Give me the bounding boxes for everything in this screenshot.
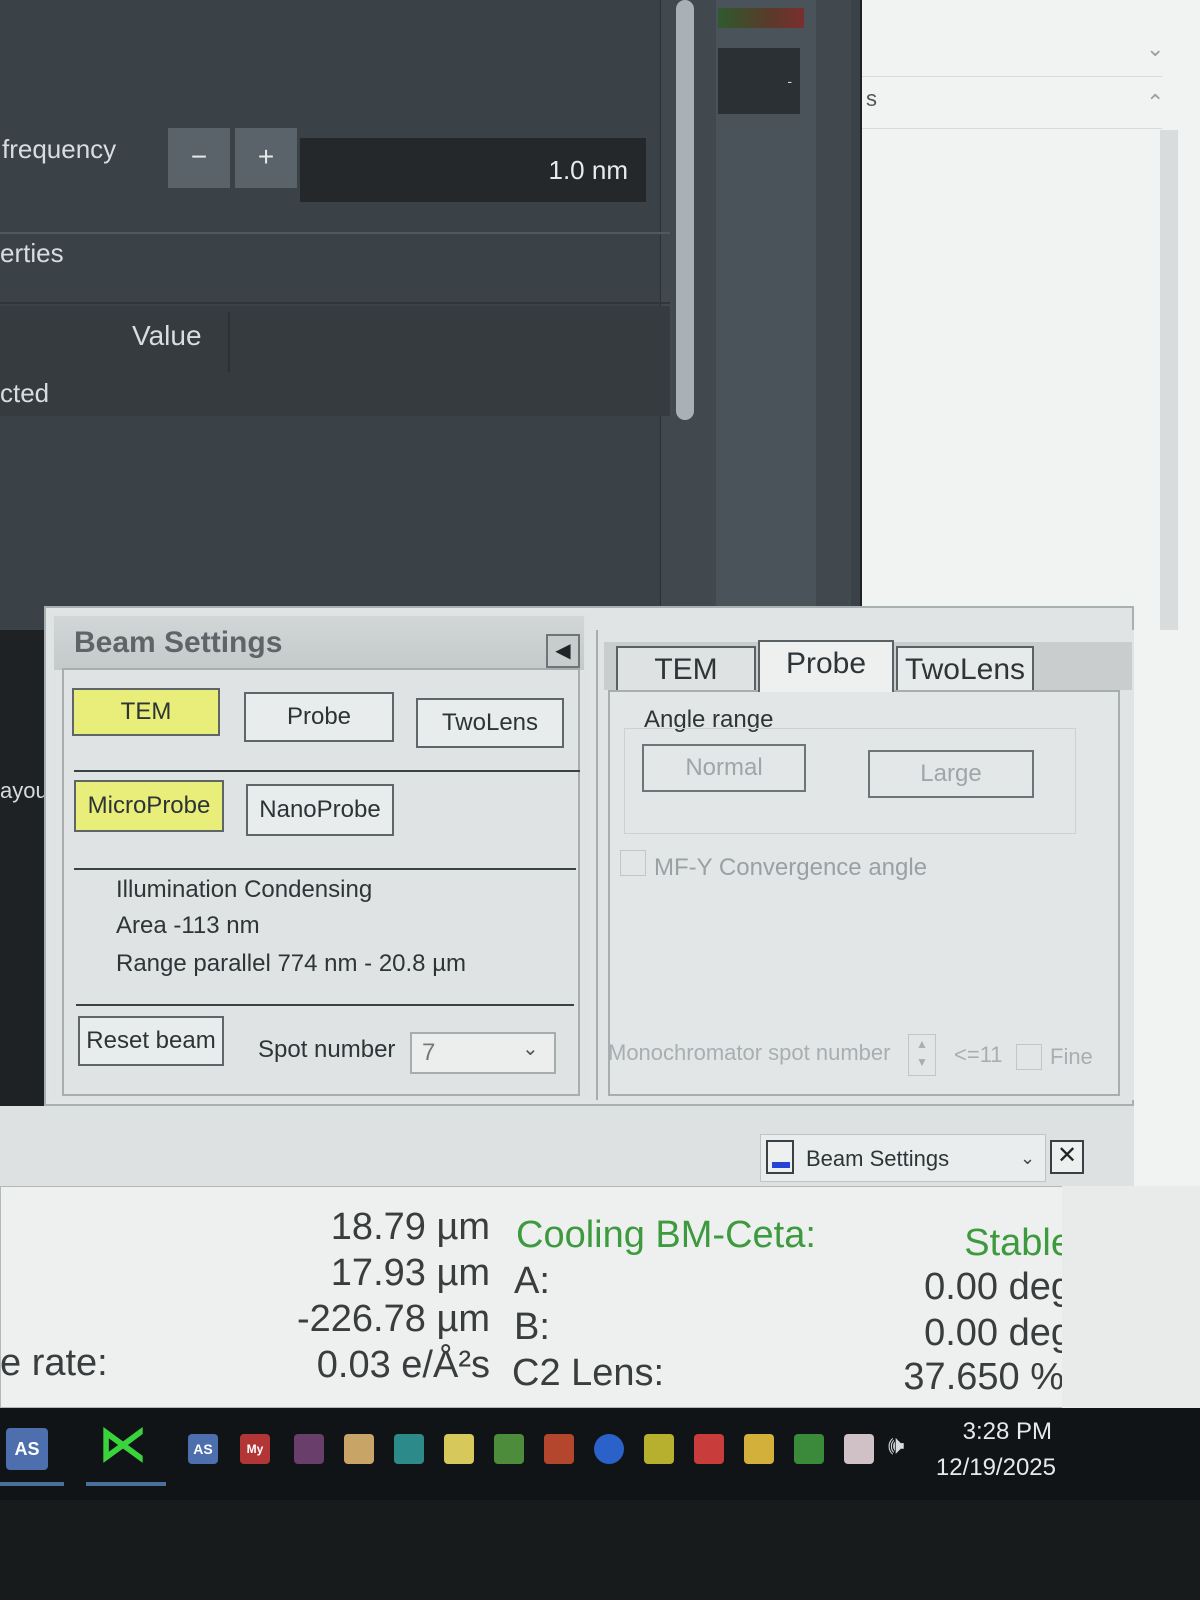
clock-date[interactable]: 12/19/2025 xyxy=(924,1454,1056,1482)
panel-select-label: Beam Settings xyxy=(806,1146,950,1171)
beam-settings-title: Beam Settings xyxy=(54,616,584,670)
tray-icon[interactable] xyxy=(694,1434,724,1464)
range-info: Range parallel 774 nm - 20.8 µm xyxy=(116,950,467,977)
angle-normal-button[interactable]: Normal xyxy=(642,744,806,792)
tray-icon[interactable] xyxy=(594,1434,624,1464)
k-app-icon[interactable]: ⋉ xyxy=(96,1420,150,1474)
dose-rate-value: 0.03 e/Å²s xyxy=(316,1344,490,1386)
fine-label: Fine xyxy=(1050,1044,1093,1069)
angle-large-button[interactable]: Large xyxy=(868,750,1034,798)
status-value-3: -226.78 µm xyxy=(297,1298,490,1340)
tray-icon[interactable] xyxy=(644,1434,674,1464)
properties-header: erties xyxy=(0,238,64,268)
reset-beam-button[interactable]: Reset beam xyxy=(78,1016,224,1066)
column-header-value: Value xyxy=(132,320,202,351)
list-item[interactable] xyxy=(862,0,1162,77)
mfy-convergence-label: MF-Y Convergence angle xyxy=(654,854,928,881)
chevron-down-icon[interactable]: ⌄ xyxy=(522,1036,539,1061)
mfy-convergence-checkbox[interactable] xyxy=(620,850,646,876)
tilt-b-value: 0.00 deg xyxy=(924,1312,1072,1354)
tab-twolens[interactable]: TwoLens xyxy=(896,646,1034,692)
window-icon-bar xyxy=(772,1162,790,1168)
as-tray-icon[interactable]: AS xyxy=(188,1434,218,1464)
list-item-label: s xyxy=(866,86,877,111)
my-tray-icon[interactable]: My xyxy=(240,1434,270,1464)
mode-twolens-button[interactable]: TwoLens xyxy=(416,698,564,748)
table-row-selected[interactable]: cted xyxy=(0,378,49,409)
monochromator-spot-label: Monochromator spot number xyxy=(608,1040,891,1065)
microprobe-button[interactable]: MicroProbe xyxy=(74,780,224,832)
tray-icon[interactable] xyxy=(444,1434,474,1464)
tray-icon[interactable] xyxy=(544,1434,574,1464)
tray-icon[interactable] xyxy=(744,1434,774,1464)
chevron-down-icon[interactable]: ⌄ xyxy=(1020,1148,1035,1169)
close-icon[interactable]: ✕ xyxy=(1050,1140,1084,1174)
tray-icon[interactable] xyxy=(294,1434,324,1464)
tab-tem[interactable]: TEM xyxy=(616,646,756,692)
tray-icon[interactable] xyxy=(494,1434,524,1464)
properties-table xyxy=(0,306,670,416)
status-led-bar xyxy=(718,8,804,28)
active-indicator xyxy=(0,1482,64,1486)
list-item[interactable] xyxy=(862,78,1162,129)
frequency-label: frequency xyxy=(2,134,117,164)
clock-time[interactable]: 3:28 PM xyxy=(940,1418,1052,1446)
divider xyxy=(74,770,580,772)
tilt-a-label: A: xyxy=(514,1260,550,1302)
tilt-b-label: B: xyxy=(514,1306,550,1348)
cooling-status: Stable xyxy=(964,1222,1072,1264)
chevron-down-icon[interactable]: ⌄ xyxy=(1146,36,1164,62)
mini-button[interactable]: - xyxy=(718,48,800,114)
tray-icon[interactable] xyxy=(394,1434,424,1464)
volume-icon[interactable]: 🕪 xyxy=(888,1430,904,1462)
window-icon xyxy=(766,1140,794,1174)
divider xyxy=(0,302,670,304)
cooling-label: Cooling BM-Ceta: xyxy=(516,1214,816,1256)
tab-probe[interactable]: Probe xyxy=(758,640,894,692)
dose-rate-label: e rate: xyxy=(0,1342,108,1384)
scrollbar-thumb[interactable] xyxy=(676,0,694,420)
tilt-a-value: 0.00 deg xyxy=(924,1266,1072,1308)
divider xyxy=(74,868,576,870)
c2-lens-value: 37.650 % xyxy=(903,1356,1064,1398)
monitor-bezel xyxy=(0,1500,1200,1600)
divider xyxy=(0,232,670,234)
collapse-arrow-icon[interactable]: ◀ xyxy=(546,634,580,668)
active-indicator xyxy=(86,1482,166,1486)
mode-probe-button[interactable]: Probe xyxy=(244,692,394,742)
decrement-button[interactable]: − xyxy=(168,128,230,188)
status-value-1: 18.79 µm xyxy=(330,1206,490,1248)
scrollbar[interactable] xyxy=(1160,130,1178,630)
layout-label-fragment: ayou xyxy=(0,778,48,803)
column-divider[interactable] xyxy=(228,312,230,372)
increment-button[interactable]: + xyxy=(235,128,297,188)
area-info: Area -113 nm xyxy=(116,912,260,939)
monochromator-spot-stepper[interactable]: ▲ ▼ xyxy=(908,1034,936,1076)
as-app-icon[interactable]: AS xyxy=(6,1428,48,1470)
status-value-2: 17.93 µm xyxy=(330,1252,490,1294)
monochromator-limit-label: <=11 xyxy=(954,1042,1003,1067)
tray-icon[interactable] xyxy=(844,1434,874,1464)
c2-lens-label: C2 Lens: xyxy=(512,1352,665,1394)
divider xyxy=(76,1004,574,1006)
nanoprobe-button[interactable]: NanoProbe xyxy=(246,784,394,836)
mode-tem-button[interactable]: TEM xyxy=(72,688,220,736)
tray-icon[interactable] xyxy=(344,1434,374,1464)
fine-checkbox[interactable] xyxy=(1016,1044,1042,1070)
tray-icon[interactable] xyxy=(794,1434,824,1464)
frequency-value-field[interactable]: 1.0 nm xyxy=(300,138,646,202)
illumination-info: Illumination Condensing xyxy=(116,876,373,903)
spot-number-label: Spot number xyxy=(258,1036,396,1063)
chevron-up-icon[interactable]: ⌃ xyxy=(1146,90,1164,116)
